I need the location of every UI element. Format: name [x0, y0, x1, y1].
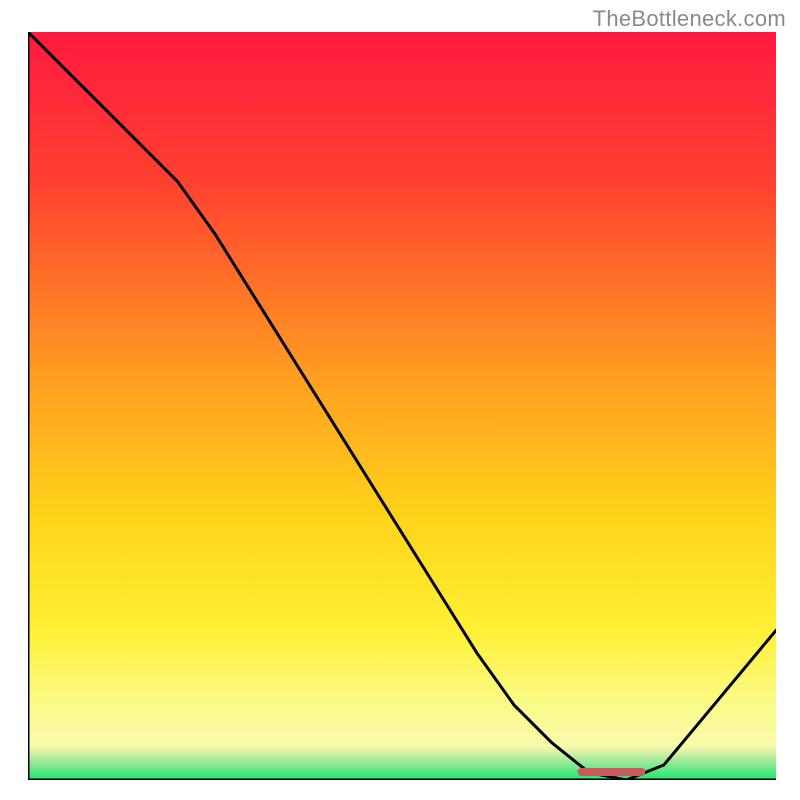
watermark-text: TheBottleneck.com [593, 6, 786, 32]
bottleneck-chart [28, 32, 776, 780]
chart-svg [28, 32, 776, 780]
